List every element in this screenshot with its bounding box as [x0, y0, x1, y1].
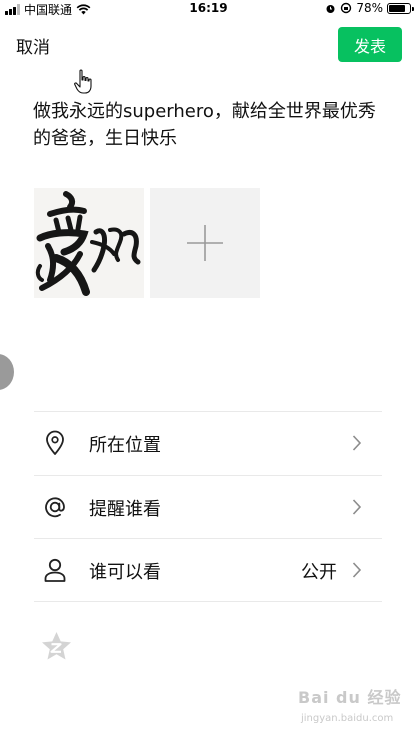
person-icon	[42, 557, 68, 583]
at-icon	[42, 494, 68, 520]
calligraphy-image	[34, 188, 144, 298]
plus-icon	[187, 225, 223, 261]
status-bar-right: 78%	[325, 1, 414, 15]
chevron-right-icon	[352, 499, 362, 515]
cancel-button[interactable]: 取消	[16, 33, 50, 58]
publish-button[interactable]: 发表	[338, 27, 402, 62]
battery-icon	[387, 2, 414, 14]
chevron-right-icon	[352, 435, 362, 451]
status-bar: 中国联通 16:19 78%	[0, 0, 417, 18]
hand-cursor-icon	[74, 69, 92, 94]
signal-icon	[5, 4, 20, 15]
floating-assistive-button[interactable]	[0, 354, 14, 390]
chevron-right-icon	[352, 562, 362, 578]
add-photo-button[interactable]	[150, 188, 260, 298]
location-pin-icon	[42, 430, 68, 456]
wifi-icon	[76, 4, 91, 15]
option-row-location[interactable]: 所在位置	[34, 412, 382, 474]
option-label: 所在位置	[89, 435, 161, 456]
photo-thumbnail[interactable]	[34, 188, 144, 298]
option-label: 提醒谁看	[89, 499, 161, 520]
orientation-lock-icon	[341, 2, 352, 14]
option-row-visibility[interactable]: 谁可以看 公开	[34, 539, 382, 601]
battery-percent: 78%	[356, 1, 383, 15]
star-icon[interactable]	[40, 630, 73, 663]
divider	[34, 601, 382, 602]
post-text[interactable]: 做我永远的superhero，献给全世界最优秀的爸爸，生日快乐	[33, 98, 388, 152]
carrier-name: 中国联通	[24, 3, 73, 17]
watermark-url: jingyan.baidu.com	[301, 713, 394, 724]
battery-level	[389, 4, 405, 12]
option-row-mention[interactable]: 提醒谁看	[34, 476, 382, 538]
status-bar-left: 中国联通	[5, 1, 91, 18]
watermark: Bai du 经验 jingyan.baidu.com	[298, 684, 408, 732]
visibility-value: 公开	[301, 562, 337, 583]
alarm-icon	[326, 4, 335, 13]
watermark-text: Bai du 经验	[298, 688, 402, 707]
option-label: 谁可以看	[89, 562, 161, 583]
